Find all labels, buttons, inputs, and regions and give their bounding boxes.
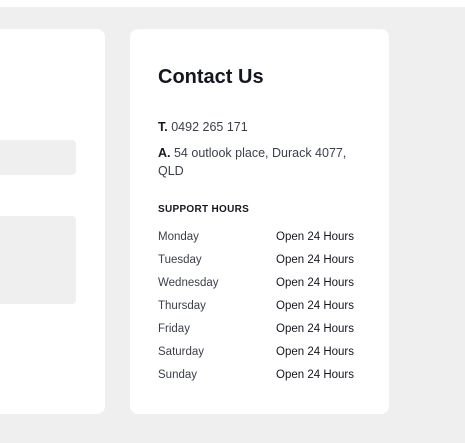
hours-time: Open 24 Hours xyxy=(276,369,354,381)
hours-day: Wednesday xyxy=(158,277,219,289)
hours-day: Tuesday xyxy=(158,254,202,266)
hours-day: Friday xyxy=(158,323,190,335)
hours-time: Open 24 Hours xyxy=(276,323,354,335)
phone-number: 0492 265 171 xyxy=(171,120,248,134)
hours-day: Saturday xyxy=(158,346,205,358)
contact-address: A. 54 outlook place, Durack 4077, QLD xyxy=(158,144,358,180)
hours-day: Monday xyxy=(158,231,199,243)
phone-prefix: T. xyxy=(158,120,168,134)
hours-time: Open 24 Hours xyxy=(276,277,354,289)
hours-row-friday: Friday Open 24 Hours xyxy=(158,323,363,346)
hours-row-monday: Monday Open 24 Hours xyxy=(158,231,363,254)
hours-day: Thursday xyxy=(158,300,206,312)
hours-row-thursday: Thursday Open 24 Hours xyxy=(158,300,363,323)
contact-card: Contact Us T. 0492 265 171 A. 54 outlook… xyxy=(130,29,389,414)
contact-title: Contact Us xyxy=(158,66,264,88)
support-hours-list: Monday Open 24 Hours Tuesday Open 24 Hou… xyxy=(158,231,363,392)
hours-time: Open 24 Hours xyxy=(276,254,354,266)
hours-time: Open 24 Hours xyxy=(276,300,354,312)
hours-row-wednesday: Wednesday Open 24 Hours xyxy=(158,277,363,300)
form-card xyxy=(0,29,105,414)
hours-row-tuesday: Tuesday Open 24 Hours xyxy=(158,254,363,277)
page: Contact Us T. 0492 265 171 A. 54 outlook… xyxy=(0,0,465,443)
hours-day: Sunday xyxy=(158,369,198,381)
support-hours-heading: SUPPORT HOURS xyxy=(158,204,250,215)
hours-row-saturday: Saturday Open 24 Hours xyxy=(158,346,363,369)
address-text: 54 outlook place, Durack 4077, QLD xyxy=(158,146,347,178)
address-prefix: A. xyxy=(158,146,171,160)
contact-phone: T. 0492 265 171 xyxy=(158,120,248,134)
form-input-field[interactable] xyxy=(0,140,76,175)
hours-time: Open 24 Hours xyxy=(276,231,354,243)
hours-time: Open 24 Hours xyxy=(276,346,354,358)
form-message-field[interactable] xyxy=(0,216,76,304)
hours-row-sunday: Sunday Open 24 Hours xyxy=(158,369,363,392)
